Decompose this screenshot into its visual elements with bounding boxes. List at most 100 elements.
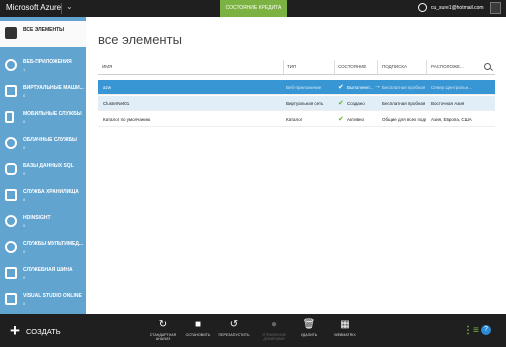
vm-icon	[5, 85, 17, 97]
restart-button[interactable]: ↺ ПЕРЕЗАПУСТИТЬ	[216, 319, 252, 337]
row-status: Создано	[347, 101, 365, 106]
column-header-location[interactable]: РАСПОЛОЖЕ...	[431, 64, 464, 69]
sidebar-item-label: БАЗЫ ДАННЫХ SQL	[23, 163, 74, 169]
row-status: Выполняет...	[347, 85, 374, 90]
globe-icon[interactable]	[418, 3, 427, 12]
check-icon: ✔	[338, 100, 344, 107]
check-icon: ✔	[338, 116, 344, 123]
tool-label: ОСТАНОВИТЬ	[185, 333, 211, 337]
brand-title[interactable]: Microsoft Azure	[6, 3, 61, 12]
manage-domains-button[interactable]: ● УПРАВЛЕНИЕ ДОМЕНАМИ	[256, 319, 292, 341]
check-icon: ✔	[338, 84, 344, 91]
browse-button[interactable]: ↻ СТАНДАРТНАЯ АНАЛИЗ	[145, 319, 181, 341]
sidebar-item-count: 0	[23, 119, 26, 124]
tool-label: УПРАВЛЕНИЕ ДОМЕНАМИ	[261, 333, 287, 341]
row-location: Азия, Европа, США	[431, 117, 472, 122]
table-row[interactable]: Каталог по умолчанию Каталог ✔ Активно О…	[98, 112, 495, 127]
table-header: ИМЯ ТИП СОСТОЯНИЕ ПОДПИСКА РАСПОЛОЖЕ...	[98, 60, 495, 75]
restart-icon: ↺	[229, 319, 239, 330]
tool-label: ПЕРЕЗАПУСТИТЬ	[218, 333, 250, 337]
sidebar-item-service-bus[interactable]: СЛУЖЕБНАЯ ШИНА 0	[0, 261, 86, 287]
webmatrix-button[interactable]: ▦ WEBMATRIX	[327, 319, 363, 337]
brand-divider	[61, 3, 62, 14]
tool-label: СТАНДАРТНАЯ АНАЛИЗ	[149, 333, 177, 341]
sidebar-item-label: СЛУЖБА ХРАНИЛИЩА	[23, 189, 79, 195]
account-email[interactable]: cu_sure1@hotmail.com	[431, 5, 484, 11]
column-divider	[377, 60, 378, 74]
row-location: Восточная Азия	[431, 101, 465, 106]
sidebar-item-label: ВИРТУАЛЬНЫЕ МАШИ...	[23, 85, 84, 91]
row-type: Виртуальная сеть	[286, 101, 324, 106]
sidebar-item-count: 1	[23, 67, 26, 72]
column-header-subscription[interactable]: ПОДПИСКА	[382, 64, 407, 69]
row-subscription: Общие для всех подпи...	[382, 117, 426, 122]
sidebar-item-storage[interactable]: СЛУЖБА ХРАНИЛИЩА 0	[0, 183, 86, 209]
tool-label: WEBMATRIX	[334, 333, 356, 337]
sidebar-item-count: 0	[23, 197, 26, 202]
row-subscription: Бесплатная пробная в...	[382, 85, 426, 90]
webmatrix-icon: ▦	[340, 319, 350, 330]
gear-icon	[5, 137, 17, 149]
sidebar-item-count: 0	[23, 223, 26, 228]
column-divider	[334, 60, 335, 74]
row-status: Активно	[347, 117, 364, 122]
service-bus-icon	[5, 267, 17, 279]
sidebar-item-count: 0	[23, 145, 26, 150]
storage-icon	[5, 189, 17, 201]
column-divider	[283, 60, 284, 74]
elephant-icon	[5, 215, 17, 227]
sidebar-item-count: 0	[23, 249, 26, 254]
row-name[interactable]: Каталог по умолчанию	[103, 117, 253, 122]
delete-button[interactable]: 🗑 УДАЛИТЬ	[291, 319, 327, 337]
sidebar-item-count: 0	[23, 93, 26, 98]
stop-button[interactable]: ■ ОСТАНОВИТЬ	[180, 319, 216, 337]
sidebar-item-label: СЛУЖБЫ МУЛЬТИМЕД...	[23, 241, 84, 247]
page-title: все элементы	[98, 32, 182, 47]
column-header-name[interactable]: ИМЯ	[102, 64, 112, 69]
sidebar: ВСЕ ЭЛЕМЕНТЫ ВЕБ-ПРИЛОЖЕНИЯ 1 ВИРТУАЛЬНЫ…	[0, 17, 86, 314]
visual-studio-icon	[5, 293, 17, 305]
sidebar-item-cloud-services[interactable]: ОБЛАЧНЫЕ СЛУЖБЫ 0	[0, 131, 86, 157]
sidebar-item-media-services[interactable]: СЛУЖБЫ МУЛЬТИМЕД... 0	[0, 235, 86, 261]
credit-status-button[interactable]: СОСТОЯНИЕ КРЕДИТА	[220, 0, 287, 17]
sidebar-item-hdinsight[interactable]: HDINSIGHT 0	[0, 209, 86, 235]
database-icon	[5, 163, 17, 175]
table-row[interactable]: ClusterNet01 Виртуальная сеть ✔ Создано …	[98, 96, 495, 111]
activity-icon[interactable]: ⋮≡	[463, 325, 479, 336]
search-icon[interactable]	[484, 63, 491, 70]
row-name[interactable]: ClusterNet01	[103, 101, 253, 106]
column-header-type[interactable]: ТИП	[287, 64, 296, 69]
sidebar-item-label: HDINSIGHT	[23, 215, 51, 221]
row-location: Север Центральн...	[431, 85, 472, 90]
sidebar-item-count: 0	[23, 275, 26, 280]
column-divider	[426, 60, 427, 74]
column-header-status[interactable]: СОСТОЯНИЕ	[338, 64, 366, 69]
sidebar-item-count: 0	[23, 301, 26, 306]
sidebar-item-virtual-machines[interactable]: ВИРТУАЛЬНЫЕ МАШИ... 0	[0, 79, 86, 105]
sidebar-item-web-apps[interactable]: ВЕБ-ПРИЛОЖЕНИЯ 1	[0, 53, 86, 79]
sidebar-item-visual-studio-online[interactable]: VISUAL STUDIO ONLINE 0	[0, 287, 86, 313]
sidebar-item-mobile-services[interactable]: МОБИЛЬНЫЕ СЛУЖБЫ 0	[0, 105, 86, 131]
table-row[interactable]: azw → Веб-приложение ✔ Выполняет... Бесп…	[98, 80, 495, 95]
media-icon	[5, 241, 17, 253]
sidebar-item-count: 0	[23, 171, 26, 176]
sidebar-item-sql-databases[interactable]: БАЗЫ ДАННЫХ SQL 0	[0, 157, 86, 183]
tool-label: УДАЛИТЬ	[300, 333, 318, 337]
top-bar: Microsoft Azure ⌄ СОСТОЯНИЕ КРЕДИТА cu_s…	[0, 0, 506, 17]
stop-icon: ■	[194, 319, 202, 330]
row-subscription: Бесплатная пробная в...	[382, 101, 426, 106]
domain-icon: ●	[270, 319, 278, 330]
redo-icon: ↻	[158, 319, 168, 330]
new-button[interactable]: СОЗДАТЬ	[26, 327, 61, 336]
sidebar-item-label: VISUAL STUDIO ONLINE	[23, 293, 82, 299]
web-app-icon	[5, 59, 17, 71]
sidebar-item-label: СЛУЖЕБНАЯ ШИНА	[23, 267, 73, 273]
chevron-down-icon[interactable]: ⌄	[66, 2, 73, 11]
avatar[interactable]	[490, 2, 501, 14]
plus-icon[interactable]: +	[10, 322, 20, 339]
sidebar-item-all-items[interactable]: ВСЕ ЭЛЕМЕНТЫ	[0, 21, 86, 47]
command-bar: + СОЗДАТЬ ↻ СТАНДАРТНАЯ АНАЛИЗ ■ ОСТАНОВ…	[0, 314, 506, 347]
grid-icon	[5, 27, 17, 39]
row-name[interactable]: azw	[103, 85, 253, 90]
help-icon[interactable]: ?	[481, 325, 491, 335]
